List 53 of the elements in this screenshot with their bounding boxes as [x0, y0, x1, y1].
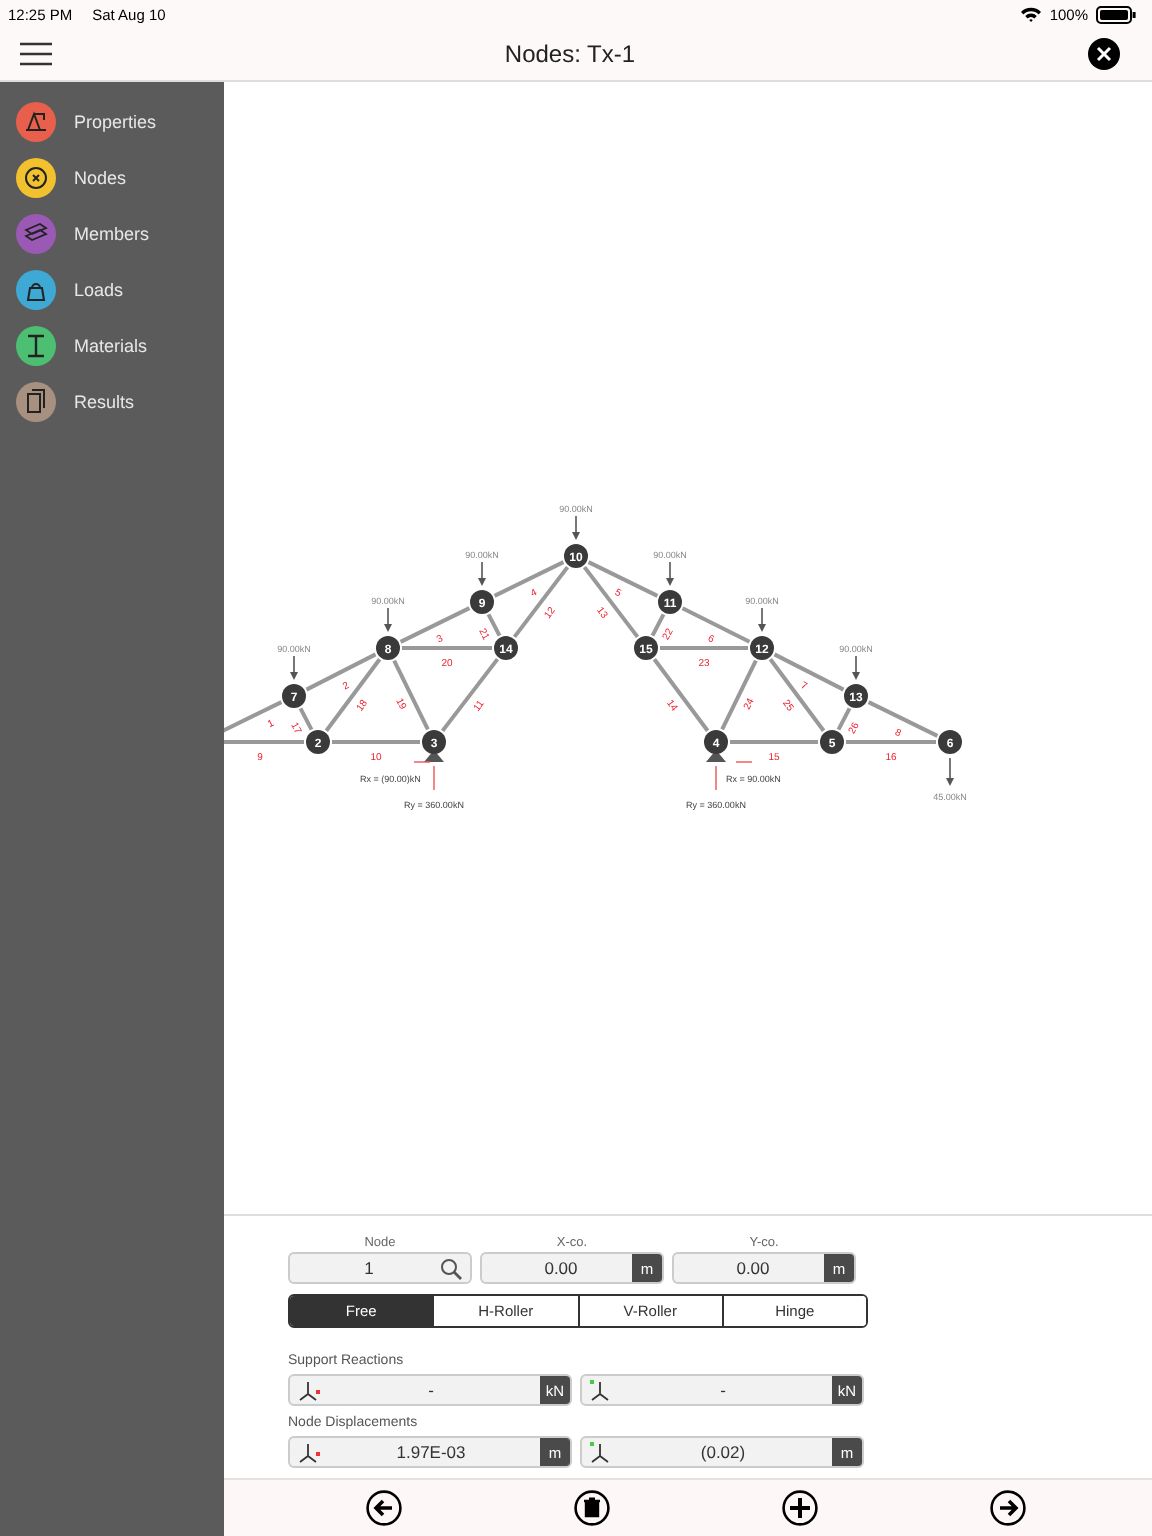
truss-member[interactable] [440, 657, 500, 733]
load-arrow [666, 561, 674, 586]
truss-member[interactable] [582, 565, 640, 639]
search-icon [440, 1257, 462, 1279]
menu-button[interactable] [20, 42, 52, 66]
axes-icon [298, 1379, 322, 1401]
truss-member[interactable] [650, 613, 666, 637]
sidebar-item[interactable]: Members [0, 214, 224, 254]
truss-member[interactable] [512, 565, 570, 639]
axes-icon [298, 1441, 322, 1463]
load-arrow [572, 515, 580, 540]
truss-member[interactable] [324, 658, 382, 732]
window-title: Nodes: Tx-1 [504, 40, 636, 68]
delete-button[interactable] [574, 1490, 610, 1526]
trash-icon [574, 1490, 610, 1526]
close-button[interactable] [1087, 38, 1120, 70]
truss-member[interactable] [486, 613, 502, 637]
sidebar-item[interactable]: Nodes [0, 158, 224, 198]
truss-member[interactable] [720, 659, 758, 731]
truss-member[interactable] [493, 560, 565, 598]
load-arrow [946, 757, 954, 786]
sidebar-item[interactable]: Results [0, 382, 224, 422]
battery-icon [1096, 5, 1136, 23]
load-arrow [758, 607, 766, 632]
truss-member[interactable] [298, 707, 314, 731]
truss-member[interactable] [392, 659, 430, 731]
back-button[interactable] [366, 1490, 402, 1526]
axes-icon [590, 1441, 614, 1463]
axes-icon [590, 1379, 614, 1401]
load-arrow [384, 607, 392, 632]
add-button[interactable] [782, 1490, 818, 1526]
sidebar-item[interactable]: Properties [0, 102, 224, 142]
load-arrow [478, 561, 486, 586]
truss-member[interactable] [773, 652, 845, 692]
plus-icon [782, 1490, 818, 1526]
close-icon [1087, 38, 1120, 70]
truss-member[interactable] [305, 652, 377, 692]
sidebar-item[interactable]: Materials [0, 326, 224, 366]
sidebar-item[interactable]: Loads [0, 270, 224, 310]
truss-member[interactable] [587, 560, 659, 598]
load-arrow [290, 655, 298, 680]
truss-member[interactable] [681, 606, 751, 644]
wifi-icon [1019, 6, 1042, 22]
load-arrow [852, 655, 860, 680]
truss-member[interactable] [768, 658, 826, 732]
node-field[interactable]: 1 [288, 1252, 472, 1284]
truss-member[interactable] [652, 658, 710, 732]
forward-button[interactable] [990, 1490, 1026, 1526]
menu-icon [20, 42, 52, 66]
truss-member[interactable] [399, 606, 471, 644]
truss-member[interactable] [836, 707, 852, 731]
truss-member[interactable] [867, 700, 939, 738]
support-icon [706, 750, 726, 762]
